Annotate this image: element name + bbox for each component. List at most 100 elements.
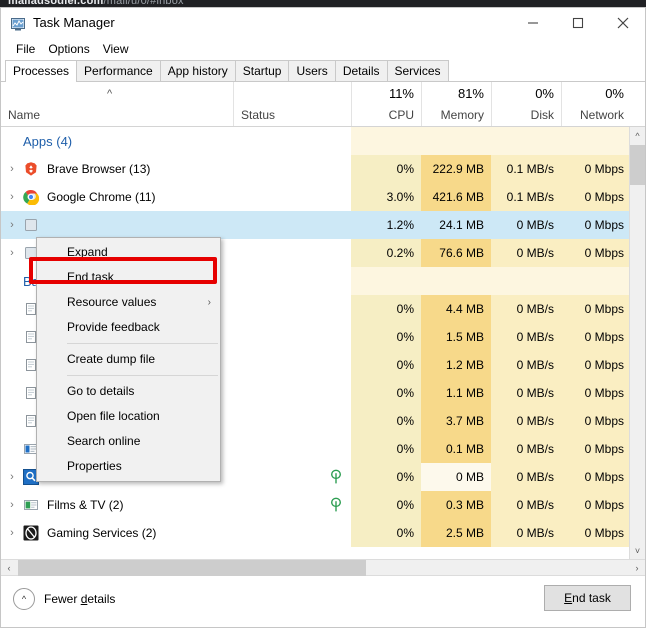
- column-header-network[interactable]: 0% Network: [561, 82, 631, 126]
- tab-strip: ProcessesPerformanceApp historyStartupUs…: [1, 60, 645, 82]
- row-status-cell: [233, 407, 351, 435]
- row-status-cell: [233, 127, 351, 155]
- row-cell-network: 0 Mbps: [561, 435, 631, 463]
- status-bar: ^ Fewer details End task: [1, 576, 645, 622]
- end-task-button[interactable]: End task: [544, 585, 631, 611]
- row-cell-memory: 1.2 MB: [421, 351, 491, 379]
- context-menu-item-properties[interactable]: Properties: [37, 454, 220, 479]
- memory-total-pct: 81%: [458, 86, 484, 101]
- process-group-row[interactable]: ›Apps (4): [1, 127, 631, 155]
- context-menu-item-resource-values[interactable]: Resource values›: [37, 290, 220, 315]
- title-bar: Task Manager: [1, 8, 645, 39]
- context-menu-item-go-to-details[interactable]: Go to details: [37, 379, 220, 404]
- process-row[interactable]: ›Brave Browser (13)0%222.9 MB0.1 MB/s0 M…: [1, 155, 631, 183]
- menu-view[interactable]: View: [98, 39, 137, 59]
- row-cell-cpu: 0%: [351, 351, 421, 379]
- sort-ascending-icon: ^: [107, 89, 112, 99]
- row-name-label: Google Chrome (11): [47, 190, 156, 204]
- browser-tab-title: mailadsodiel.com/mail/u/0/#inbox: [8, 0, 184, 7]
- tab-users[interactable]: Users: [288, 60, 335, 81]
- row-cell-cpu: 3.0%: [351, 183, 421, 211]
- minimize-button[interactable]: [510, 8, 555, 38]
- generic-app-icon: [23, 217, 39, 233]
- expand-chevron-icon[interactable]: ›: [1, 211, 23, 239]
- expand-chevron-icon[interactable]: ›: [1, 239, 23, 267]
- row-status-cell: [233, 519, 351, 547]
- menu-file[interactable]: File: [11, 39, 43, 59]
- row-cell-network: 0 Mbps: [561, 351, 631, 379]
- row-cell-network: 0 Mbps: [561, 379, 631, 407]
- context-menu-item-label: Go to details: [67, 384, 134, 398]
- tab-startup[interactable]: Startup: [235, 60, 290, 81]
- close-button[interactable]: [600, 8, 645, 38]
- column-header-row: Name ^ Status 11% CPU 81% Memory 0% Disk…: [1, 82, 645, 127]
- column-header-disk[interactable]: 0% Disk: [491, 82, 561, 126]
- row-cell-memory: 222.9 MB: [421, 155, 491, 183]
- row-status-cell: [233, 351, 351, 379]
- row-cell-memory: 0 MB: [421, 463, 491, 491]
- scroll-right-icon[interactable]: ›: [629, 560, 645, 576]
- tab-app-history[interactable]: App history: [160, 60, 236, 81]
- scroll-up-icon[interactable]: ^: [630, 127, 645, 144]
- row-status-cell: [233, 183, 351, 211]
- scroll-left-icon[interactable]: ‹: [1, 560, 17, 576]
- tab-details[interactable]: Details: [335, 60, 388, 81]
- tab-performance[interactable]: Performance: [76, 60, 161, 81]
- column-header-status[interactable]: Status: [233, 82, 351, 126]
- row-cell-disk: 0 MB/s: [491, 351, 561, 379]
- process-row[interactable]: ›1.2%24.1 MB0 MB/s0 Mbps: [1, 211, 631, 239]
- row-cell-disk: 0 MB/s: [491, 407, 561, 435]
- vertical-scrollbar[interactable]: ^ ˅: [629, 127, 645, 559]
- context-menu-separator: [67, 343, 218, 344]
- context-menu-item-open-file-location[interactable]: Open file location: [37, 404, 220, 429]
- row-cell-memory: 0.1 MB: [421, 435, 491, 463]
- context-menu-item-create-dump-file[interactable]: Create dump file: [37, 347, 220, 372]
- vertical-scrollbar-thumb[interactable]: [630, 145, 645, 185]
- row-cell-disk: 0 MB/s: [491, 379, 561, 407]
- expand-chevron-icon[interactable]: ›: [1, 183, 23, 211]
- horizontal-scrollbar[interactable]: ‹ ›: [1, 559, 645, 576]
- end-task-button-label: End task: [564, 591, 611, 605]
- row-cell-network: 0 Mbps: [561, 323, 631, 351]
- row-cell-network: 0 Mbps: [561, 239, 631, 267]
- expand-chevron-icon[interactable]: ›: [1, 463, 23, 491]
- column-header-cpu[interactable]: 11% CPU: [351, 82, 421, 126]
- tab-services[interactable]: Services: [387, 60, 449, 81]
- expand-chevron-icon[interactable]: ›: [1, 519, 23, 547]
- horizontal-scrollbar-thumb[interactable]: [18, 560, 366, 576]
- column-header-name[interactable]: Name ^: [1, 82, 233, 126]
- row-cell-disk: 0.1 MB/s: [491, 155, 561, 183]
- expand-chevron-icon[interactable]: ›: [1, 155, 23, 183]
- process-row[interactable]: ›Google Chrome (11)3.0%421.6 MB0.1 MB/s0…: [1, 183, 631, 211]
- expand-chevron-icon[interactable]: ›: [1, 491, 23, 519]
- row-cell-cpu: 0%: [351, 435, 421, 463]
- context-menu-item-search-online[interactable]: Search online: [37, 429, 220, 454]
- fewer-details-button[interactable]: ^ Fewer details: [13, 588, 115, 610]
- context-menu-separator: [67, 375, 218, 376]
- row-status-cell: [233, 323, 351, 351]
- row-name-label: Brave Browser (13): [47, 162, 150, 176]
- films-tv-icon: [23, 497, 39, 513]
- scroll-down-icon[interactable]: ˅: [630, 542, 645, 559]
- row-cell-memory: [421, 267, 491, 295]
- row-cell-memory: 421.6 MB: [421, 183, 491, 211]
- menu-options[interactable]: Options: [43, 39, 97, 59]
- row-cell-cpu: [351, 127, 421, 155]
- context-menu-item-provide-feedback[interactable]: Provide feedback: [37, 315, 220, 340]
- row-cell-network: 0 Mbps: [561, 407, 631, 435]
- row-cell-disk: 0.1 MB/s: [491, 183, 561, 211]
- row-cell-cpu: 0%: [351, 463, 421, 491]
- row-cell-memory: 3.7 MB: [421, 407, 491, 435]
- task-manager-window: Task Manager FileOptionsView ProcessesPe…: [0, 7, 646, 628]
- column-header-memory[interactable]: 81% Memory: [421, 82, 491, 126]
- tab-processes[interactable]: Processes: [5, 60, 77, 82]
- row-cell-cpu: [351, 267, 421, 295]
- maximize-button[interactable]: [555, 8, 600, 38]
- row-status-cell: [233, 435, 351, 463]
- task-manager-icon: [10, 16, 26, 32]
- process-row[interactable]: ›Gaming Services (2)0%2.5 MB0 MB/s0 Mbps: [1, 519, 631, 547]
- close-icon: [616, 16, 630, 30]
- row-cell-cpu: 0%: [351, 155, 421, 183]
- row-cell-network: [561, 267, 631, 295]
- process-row[interactable]: ›Films & TV (2)0%0.3 MB0 MB/s0 Mbps: [1, 491, 631, 519]
